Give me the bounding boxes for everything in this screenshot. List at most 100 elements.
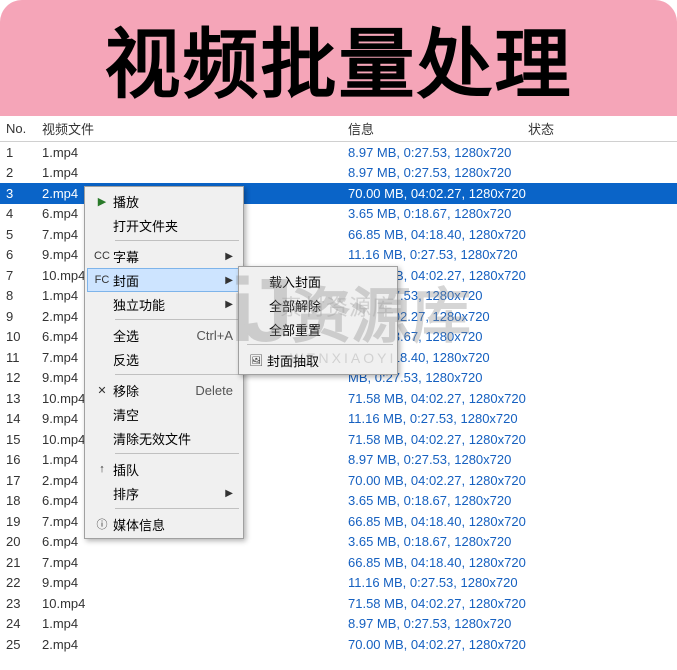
row-info: 70.00 MB, 04:02.27, 1280x720: [348, 186, 677, 201]
row-no: 23: [0, 596, 38, 611]
row-no: 15: [0, 432, 38, 447]
table-row[interactable]: 252.mp470.00 MB, 04:02.27, 1280x720: [0, 634, 677, 655]
row-filename: 1.mp4: [38, 616, 348, 631]
play-icon: ▶: [91, 195, 113, 208]
table-row[interactable]: 217.mp466.85 MB, 04:18.40, 1280x720: [0, 552, 677, 573]
row-info: 70.00 MB, 04:02.27, 1280x720: [348, 637, 677, 652]
menu-media-info[interactable]: ⓘ 媒体信息: [87, 512, 241, 536]
row-info: 11.16 MB, 0:27.53, 1280x720: [348, 411, 677, 426]
header-no[interactable]: No.: [0, 121, 38, 136]
submenu-remove-all[interactable]: 全部解除: [241, 293, 395, 317]
table-row[interactable]: 2310.mp471.58 MB, 04:02.27, 1280x720: [0, 593, 677, 614]
row-info: 3.65 MB, 0:18.67, 1280x720: [348, 493, 677, 508]
row-filename: 1.mp4: [38, 165, 348, 180]
row-info: 66.85 MB, 04:18.40, 1280x720: [348, 555, 677, 570]
menu-sort[interactable]: 排序 ▶: [87, 481, 241, 505]
row-no: 11: [0, 350, 38, 365]
row-no: 5: [0, 227, 38, 242]
header-info[interactable]: 信息: [348, 119, 528, 138]
banner-title: 视频批量处理: [105, 3, 573, 113]
row-info: 66.85 MB, 04:18.40, 1280x720: [348, 227, 677, 242]
row-no: 21: [0, 555, 38, 570]
row-info: 66.85 MB, 04:18.40, 1280x720: [348, 514, 677, 529]
image-icon: 🖼: [245, 354, 267, 367]
row-no: 4: [0, 206, 38, 221]
row-no: 13: [0, 391, 38, 406]
menu-separator: [115, 240, 239, 241]
row-info: 11.16 MB, 0:27.53, 1280x720: [348, 575, 677, 590]
close-icon: ✕: [91, 384, 113, 397]
row-filename: 9.mp4: [38, 575, 348, 590]
context-menu: ▶ 播放 打开文件夹 CC 字幕 ▶ FC 封面 ▶ 载入封面 全部解除 全部重…: [84, 186, 244, 539]
row-info: 8.97 MB, 0:27.53, 1280x720: [348, 616, 677, 631]
menu-independent[interactable]: 独立功能 ▶: [87, 292, 241, 316]
row-filename: 2.mp4: [38, 637, 348, 652]
row-info: 3.65 MB, 0:18.67, 1280x720: [348, 534, 677, 549]
arrow-up-icon: ↑: [91, 463, 113, 475]
menu-separator: [115, 374, 239, 375]
row-no: 2: [0, 165, 38, 180]
row-info: 11.16 MB, 0:27.53, 1280x720: [348, 247, 677, 262]
row-no: 12: [0, 370, 38, 385]
menu-clear-invalid[interactable]: 清除无效文件: [87, 426, 241, 450]
cc-icon: CC: [91, 250, 113, 262]
menu-invert[interactable]: 反选: [87, 347, 241, 371]
row-info: 8.97 MB, 0:27.53, 1280x720: [348, 452, 677, 467]
row-info: 71.58 MB, 04:02.27, 1280x720: [348, 596, 677, 611]
menu-separator: [247, 344, 393, 345]
row-no: 24: [0, 616, 38, 631]
menu-subtitle[interactable]: CC 字幕 ▶: [87, 244, 241, 268]
row-info: 8.97 MB, 0:27.53, 1280x720: [348, 165, 677, 180]
menu-select-all[interactable]: 全选 Ctrl+A: [87, 323, 241, 347]
table-row[interactable]: 229.mp411.16 MB, 0:27.53, 1280x720: [0, 573, 677, 594]
row-no: 14: [0, 411, 38, 426]
row-filename: 7.mp4: [38, 555, 348, 570]
row-no: 10: [0, 329, 38, 344]
row-no: 9: [0, 309, 38, 324]
row-no: 22: [0, 575, 38, 590]
row-info: 71.58 MB, 04:02.27, 1280x720: [348, 432, 677, 447]
chevron-right-icon: ▶: [215, 488, 233, 499]
menu-separator: [115, 508, 239, 509]
info-icon: ⓘ: [91, 516, 113, 532]
cover-submenu: 载入封面 全部解除 全部重置 🖼 封面抽取: [238, 266, 398, 375]
row-info: 3.65 MB, 0:18.67, 1280x720: [348, 206, 677, 221]
row-no: 17: [0, 473, 38, 488]
row-filename: 1.mp4: [38, 145, 348, 160]
row-no: 25: [0, 637, 38, 652]
row-no: 18: [0, 493, 38, 508]
row-no: 16: [0, 452, 38, 467]
header-file[interactable]: 视频文件: [38, 119, 348, 138]
menu-remove[interactable]: ✕ 移除 Delete: [87, 378, 241, 402]
table-row[interactable]: 11.mp48.97 MB, 0:27.53, 1280x720: [0, 142, 677, 163]
header-status[interactable]: 状态: [528, 119, 677, 138]
title-banner: 视频批量处理: [0, 0, 677, 116]
menu-cover[interactable]: FC 封面 ▶ 载入封面 全部解除 全部重置 🖼 封面抽取: [87, 268, 241, 292]
menu-clear[interactable]: 清空: [87, 402, 241, 426]
fc-icon: FC: [91, 274, 113, 286]
row-info: 70.00 MB, 04:02.27, 1280x720: [348, 473, 677, 488]
table-row[interactable]: 241.mp48.97 MB, 0:27.53, 1280x720: [0, 614, 677, 635]
menu-play[interactable]: ▶ 播放: [87, 189, 241, 213]
row-info: 71.58 MB, 04:02.27, 1280x720: [348, 391, 677, 406]
menu-insert[interactable]: ↑ 插队: [87, 457, 241, 481]
menu-separator: [115, 453, 239, 454]
row-filename: 10.mp4: [38, 596, 348, 611]
row-no: 1: [0, 145, 38, 160]
submenu-reset-all[interactable]: 全部重置: [241, 317, 395, 341]
table-row[interactable]: 21.mp48.97 MB, 0:27.53, 1280x720: [0, 163, 677, 184]
row-no: 6: [0, 247, 38, 262]
row-no: 19: [0, 514, 38, 529]
row-info: 8.97 MB, 0:27.53, 1280x720: [348, 145, 677, 160]
row-no: 7: [0, 268, 38, 283]
row-no: 3: [0, 186, 38, 201]
menu-separator: [115, 319, 239, 320]
menu-open-folder[interactable]: 打开文件夹: [87, 213, 241, 237]
chevron-right-icon: ▶: [215, 299, 233, 310]
table-header: No. 视频文件 信息 状态: [0, 116, 677, 142]
chevron-right-icon: ▶: [215, 275, 233, 286]
row-no: 8: [0, 288, 38, 303]
chevron-right-icon: ▶: [215, 251, 233, 262]
submenu-extract-cover[interactable]: 🖼 封面抽取: [241, 348, 395, 372]
submenu-load-cover[interactable]: 载入封面: [241, 269, 395, 293]
